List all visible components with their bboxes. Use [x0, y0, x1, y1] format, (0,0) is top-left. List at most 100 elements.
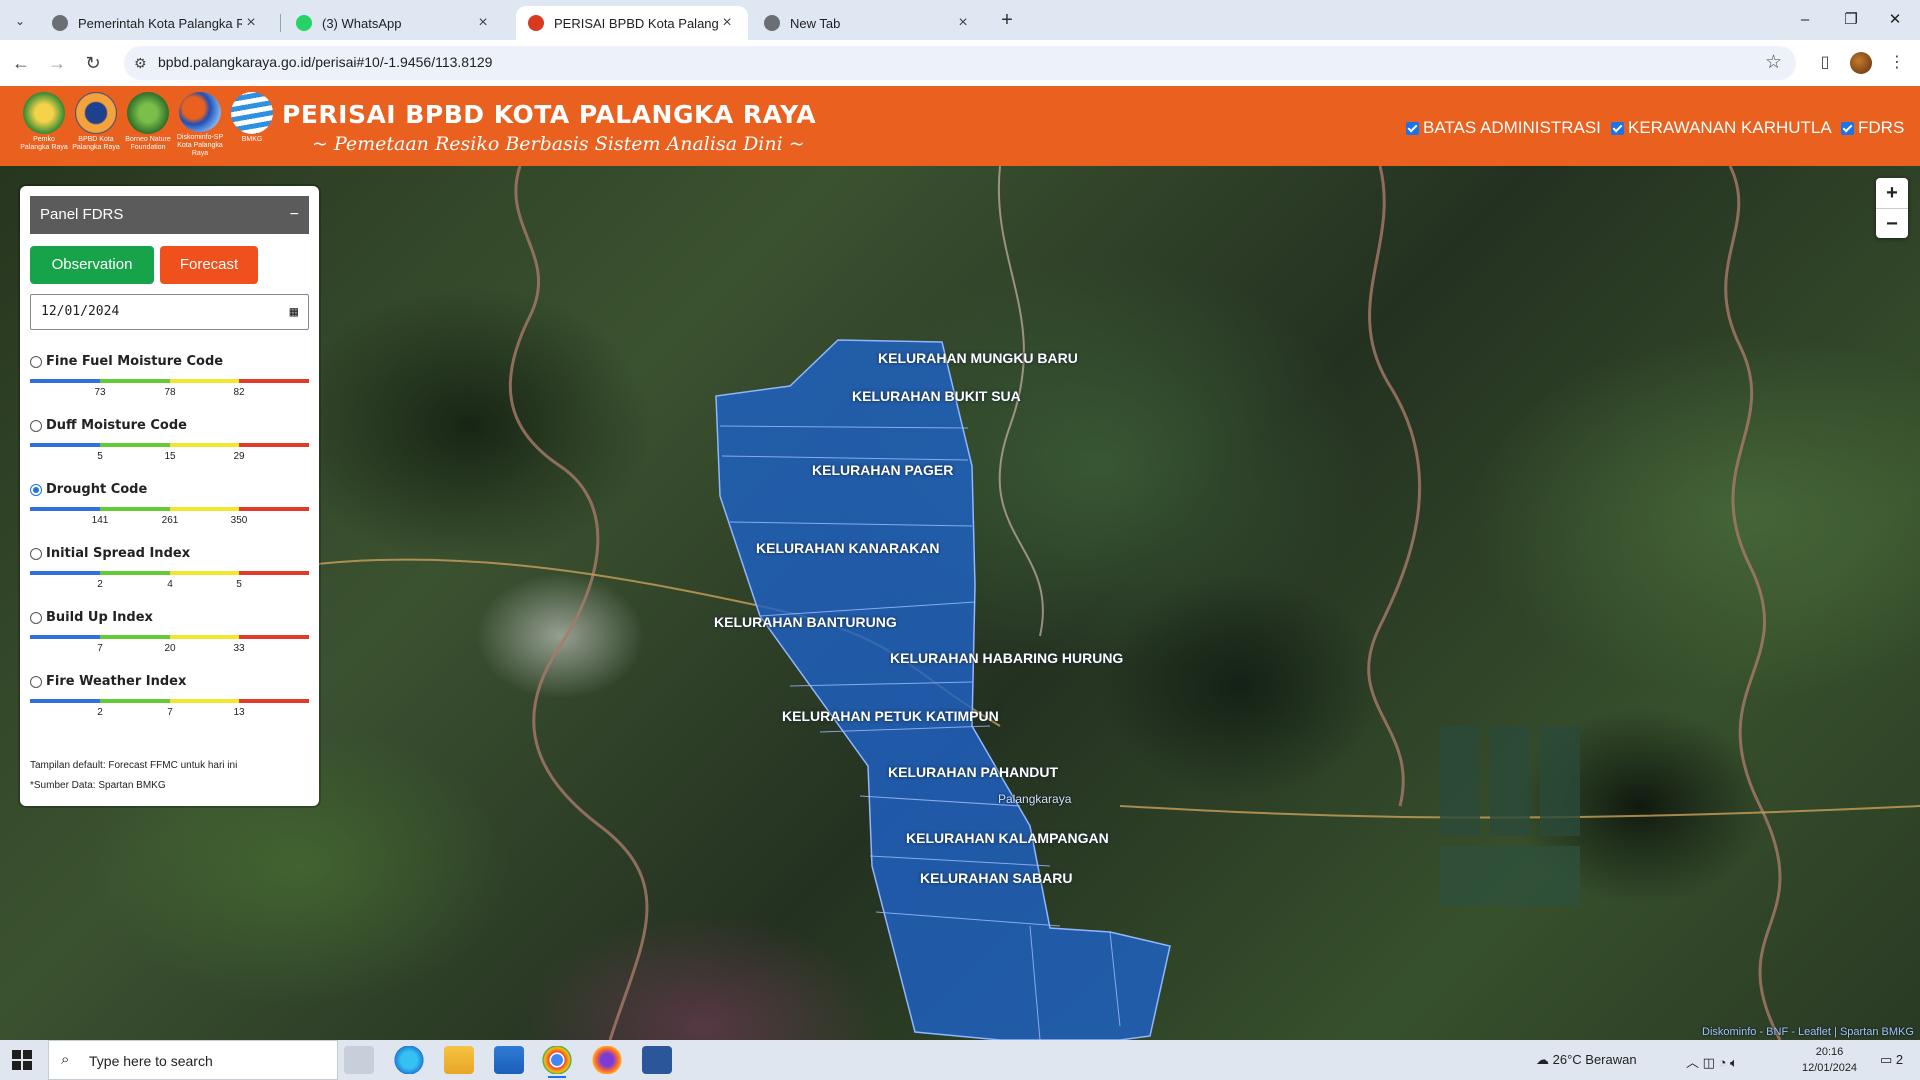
label-habaring-hurung[interactable]: KELURAHAN HABARING HURUNG [890, 650, 1123, 666]
word-icon[interactable] [642, 1046, 672, 1074]
tab-perisai[interactable]: PERISAI BPBD Kota Palangka Raya × [516, 6, 748, 40]
close-icon[interactable]: × [474, 14, 492, 32]
calendar-icon[interactable]: ▦ [290, 295, 298, 329]
panel-note-source: *Sumber Data: Spartan BMKG [30, 780, 166, 791]
radio-button-selected[interactable] [30, 483, 42, 496]
tick: 141 [91, 515, 109, 526]
mail-icon[interactable] [494, 1046, 524, 1074]
layer-label: FDRS [1858, 118, 1905, 137]
tab-whatsapp[interactable]: (3) WhatsApp × [284, 6, 504, 40]
minimize-panel-button[interactable]: − [290, 196, 299, 234]
forecast-button[interactable]: Forecast [160, 246, 258, 284]
address-bar[interactable]: ⚙ bpbd.palangkaraya.go.id/perisai#10/-1.… [124, 46, 1796, 80]
new-tab-button[interactable]: + [995, 8, 1019, 32]
label-pahandut[interactable]: KELURAHAN PAHANDUT [888, 764, 1058, 780]
side-panel-icon[interactable]: ▯ [1812, 50, 1838, 76]
zoom-out-button[interactable]: − [1876, 208, 1908, 238]
notification-center[interactable]: ▭ 2 [1880, 1052, 1903, 1068]
checkbox-checked[interactable] [1611, 121, 1624, 135]
firefox-icon[interactable] [592, 1046, 622, 1074]
weather-widget[interactable]: ☁ 26°C Berawan [1536, 1052, 1637, 1068]
plantation-block [1440, 846, 1580, 906]
site-info-icon[interactable]: ⚙ [134, 55, 147, 72]
fdrs-panel: Panel FDRS − Observation Forecast 12/01/… [20, 186, 319, 806]
network-icon[interactable]: ◫ [1703, 1055, 1715, 1070]
panel-title: Panel FDRS [40, 206, 124, 223]
chrome-taskbar-icon[interactable] [542, 1046, 572, 1078]
label-pager[interactable]: KELURAHAN PAGER [812, 462, 953, 478]
tab-search-icon[interactable]: ⌄ [8, 9, 32, 33]
task-view-icon[interactable] [344, 1046, 374, 1074]
restore-button[interactable]: ❐ [1828, 6, 1874, 34]
radio-button[interactable] [30, 419, 42, 432]
map-attribution[interactable]: Diskominfo - BNF - Leaflet | Spartan BMK… [1702, 1026, 1914, 1040]
tick: 29 [233, 451, 245, 462]
panel-note-default: Tampilan default: Forecast FFMC untuk ha… [30, 760, 238, 771]
scale-ticks: 73 78 82 [30, 383, 309, 399]
index-ffmc[interactable]: Fine Fuel Moisture Code 73 78 82 [30, 354, 309, 399]
radio-button[interactable] [30, 547, 42, 560]
label-sabaru[interactable]: KELURAHAN SABARU [920, 870, 1072, 886]
reload-icon[interactable]: ↻ [80, 50, 106, 76]
logo-caption: Borneo Nature Foundation [125, 136, 171, 151]
index-bui[interactable]: Build Up Index 7 20 33 [30, 610, 309, 655]
index-dc[interactable]: Drought Code 141 261 350 [30, 482, 309, 527]
minimize-button[interactable]: – [1782, 6, 1828, 34]
file-explorer-icon[interactable] [444, 1046, 474, 1074]
profile-avatar[interactable] [1850, 52, 1872, 74]
label-bukit-sua[interactable]: KELURAHAN BUKIT SUA [852, 388, 1021, 404]
label-kanarakan[interactable]: KELURAHAN KANARAKAN [756, 540, 940, 556]
radio-button[interactable] [30, 611, 42, 624]
label-petuk-katimpun[interactable]: KELURAHAN PETUK KATIMPUN [782, 708, 999, 724]
index-isi[interactable]: Initial Spread Index 2 4 5 [30, 546, 309, 591]
notification-count: 2 [1895, 1052, 1904, 1067]
river [508, 166, 649, 1040]
taskbar-search[interactable]: ⌕ Type here to search [48, 1040, 338, 1080]
logo-diskominfo: Diskominfo-SP Kota Palangka Raya [176, 92, 224, 158]
edge-icon[interactable] [394, 1046, 424, 1074]
layer-toggle-fdrs[interactable]: FDRS [1841, 118, 1904, 138]
system-clock[interactable]: 20:16 12/01/2024 [1802, 1044, 1857, 1076]
close-icon[interactable]: × [718, 14, 736, 32]
index-dmc[interactable]: Duff Moisture Code 5 15 29 [30, 418, 309, 463]
river [1367, 166, 1422, 807]
index-fwi[interactable]: Fire Weather Index 2 7 13 [30, 674, 309, 719]
tray-icons[interactable]: ︿ ◫ ◔ 🔈︎ [1686, 1052, 1738, 1071]
cloud-icon: ☁ [1536, 1052, 1549, 1067]
chevron-up-icon[interactable]: ︿ [1686, 1055, 1699, 1070]
close-window-button[interactable]: ✕ [1872, 6, 1918, 34]
wifi-icon[interactable]: ◔ [1719, 1055, 1727, 1070]
tab-newtab[interactable]: New Tab × [752, 6, 984, 40]
bookmark-star-icon[interactable]: ☆ [1765, 51, 1782, 74]
layer-toggle-kerawanan-karhutla[interactable]: KERAWANAN KARHUTLA [1611, 118, 1832, 138]
clock-time: 20:16 [1815, 1046, 1844, 1058]
back-icon[interactable]: ← [8, 50, 34, 76]
date-input[interactable]: 12/01/2024 ▦ [30, 294, 309, 330]
label-banturung[interactable]: KELURAHAN BANTURUNG [714, 614, 897, 630]
close-icon[interactable]: × [242, 14, 260, 32]
zoom-in-button[interactable]: + [1876, 178, 1908, 208]
forward-icon[interactable]: → [44, 50, 70, 76]
menu-icon[interactable]: ⋮ [1884, 50, 1910, 76]
bnf-emblem-icon [127, 92, 169, 134]
layer-toggle-batas-administrasi[interactable]: BATAS ADMINISTRASI [1406, 118, 1601, 138]
tab-pemerintah[interactable]: Pemerintah Kota Palangka Raya × [40, 6, 272, 40]
index-label: Fire Weather Index [46, 674, 187, 689]
volume-icon[interactable]: 🔈︎ [1730, 1055, 1738, 1070]
date-value: 12/01/2024 [41, 304, 120, 319]
radio-button[interactable] [30, 355, 42, 368]
tick: 5 [236, 579, 242, 590]
observation-button[interactable]: Observation [30, 246, 154, 284]
windows-start-icon[interactable] [12, 1050, 32, 1070]
label-mungku-baru[interactable]: KELURAHAN MUNGKU BARU [878, 350, 1078, 366]
url-text[interactable]: bpbd.palangkaraya.go.id/perisai#10/-1.94… [158, 54, 492, 70]
checkbox-checked[interactable] [1841, 121, 1854, 135]
scale-ticks: 2 7 13 [30, 703, 309, 719]
river [1724, 166, 1782, 1040]
tick: 78 [164, 387, 176, 398]
label-kalampangan[interactable]: KELURAHAN KALAMPANGAN [906, 830, 1109, 846]
checkbox-checked[interactable] [1406, 121, 1419, 135]
close-icon[interactable]: × [954, 14, 972, 32]
radio-button[interactable] [30, 675, 42, 688]
bpbd-emblem-icon [75, 92, 117, 134]
